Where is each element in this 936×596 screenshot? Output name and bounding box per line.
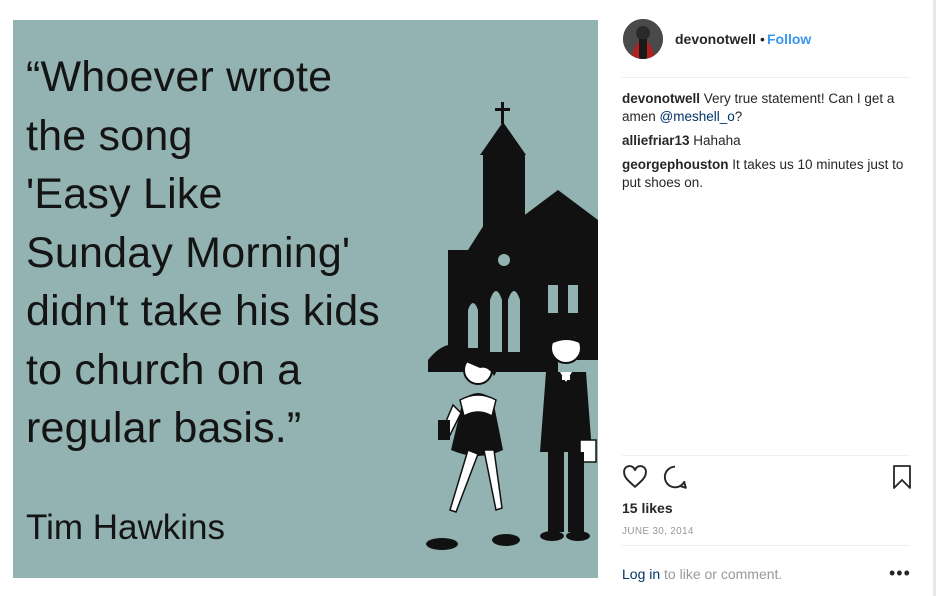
quote-line: the song — [26, 111, 193, 160]
comment-username[interactable]: devonotwell — [622, 91, 700, 106]
quote-line: Sunday Morning' — [26, 228, 351, 277]
post-header: devonotwell • Follow — [606, 0, 922, 77]
post-date: JUNE 30, 2014 — [622, 526, 694, 537]
comment-mention[interactable]: @meshell_o — [660, 109, 735, 124]
comment-item: alliefriar13 Hahaha — [622, 132, 914, 150]
bookmark-icon[interactable] — [890, 464, 918, 492]
divider — [622, 545, 910, 546]
comment-icon[interactable] — [662, 464, 690, 492]
post-image[interactable]: “Whoever wrote the song 'Easy Like Sunda… — [13, 20, 598, 578]
post-sidebar: devonotwell • Follow devonotwell Very tr… — [606, 0, 922, 596]
quote-author: Tim Hawkins — [26, 508, 225, 547]
quote-line: didn't take his kids — [26, 287, 381, 335]
quote-line: “Whoever wrote — [26, 53, 333, 101]
comment-text-end: ? — [734, 109, 743, 124]
comment-item: devonotwell Very true statement! Can I g… — [622, 90, 914, 126]
avatar-image — [623, 19, 663, 59]
quote-line: 'Easy Like — [26, 170, 223, 218]
comment-list: devonotwell Very true statement! Can I g… — [622, 90, 914, 198]
church-children-illustration — [426, 102, 598, 550]
divider — [622, 77, 910, 78]
login-prompt: Log in to like or comment. — [622, 566, 782, 582]
comment-text: Hahaha — [689, 133, 741, 148]
action-bar — [622, 464, 912, 494]
quote-line: regular basis.” — [26, 404, 302, 452]
like-count[interactable]: 15 likes — [622, 500, 673, 516]
more-options-icon[interactable]: ••• — [889, 563, 911, 584]
heart-icon[interactable] — [622, 464, 650, 492]
avatar[interactable] — [623, 19, 663, 59]
comment-item: georgephouston It takes us 10 minutes ju… — [622, 156, 914, 192]
comment-username[interactable]: alliefriar13 — [622, 133, 690, 148]
login-suffix: to like or comment. — [660, 566, 783, 582]
follow-button[interactable]: Follow — [767, 31, 811, 47]
comment-username[interactable]: georgephouston — [622, 157, 729, 172]
quote-text: “Whoever wrote the song 'Easy Like Sunda… — [26, 48, 446, 458]
header-username[interactable]: devonotwell — [675, 31, 756, 47]
divider — [622, 455, 910, 456]
login-link[interactable]: Log in — [622, 566, 660, 582]
header-separator: • — [760, 31, 765, 47]
quote-line: to church on a — [26, 345, 302, 394]
post-frame: “Whoever wrote the song 'Easy Like Sunda… — [0, 0, 936, 596]
